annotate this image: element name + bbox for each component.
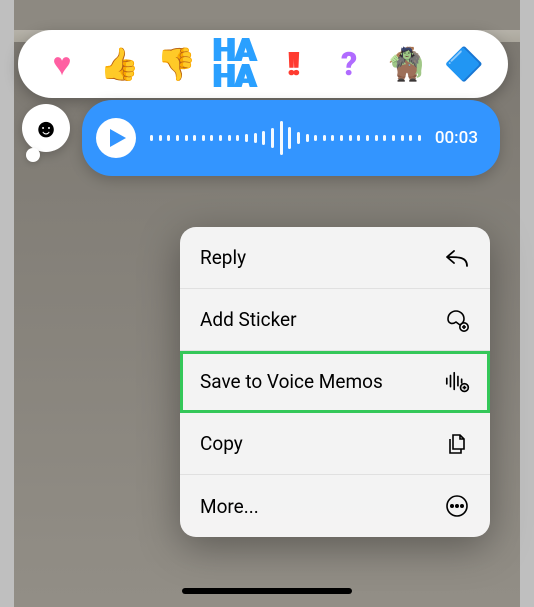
audio-message-bubble[interactable]: 00:03 [82,100,500,176]
menu-item-more[interactable]: More... [180,475,490,537]
waveform-tick [418,135,421,141]
menu-item-label: Copy [200,432,243,455]
reaction-custom-sticker[interactable]: 🧌 [385,42,429,86]
background-edge-left [0,0,14,607]
waveform-tick [210,135,213,141]
waveform-tick [245,134,248,142]
menu-item-label: Save to Voice Memos [200,370,383,393]
home-indicator[interactable] [182,588,352,594]
context-menu: Reply Add Sticker Save to Voice Memos [180,227,490,537]
waveform-tick [167,135,170,141]
waveform-tick [185,135,188,141]
waveform-tick [280,121,283,155]
emoji-picker-button[interactable]: ☻ [22,104,70,152]
menu-item-copy[interactable]: Copy [180,413,490,475]
waveform-tick [228,135,231,141]
menu-item-save-voice-memos[interactable]: Save to Voice Memos [180,351,490,413]
waveform-tick [236,135,239,141]
menu-item-label: Add Sticker [200,308,297,331]
background-band-bottom [14,0,520,30]
background-edge-right [520,0,534,607]
waveform-tick [349,135,352,141]
reaction-thumbs-down[interactable]: 👎 [155,42,199,86]
waveform-tick [159,135,162,141]
audio-waveform[interactable] [150,118,421,158]
menu-item-reply[interactable]: Reply [180,227,490,289]
smiley-icon: ☻ [32,113,59,144]
reaction-overflow[interactable]: 🔷 [442,42,486,86]
reply-icon [444,245,470,271]
waveform-tick [254,133,257,143]
copy-icon [444,431,470,457]
menu-item-label: Reply [200,246,246,269]
reaction-question[interactable]: ? [327,42,371,86]
voice-memo-plus-icon [444,369,470,395]
waveform-tick [193,135,196,141]
sticker-plus-icon [444,307,470,333]
waveform-tick [375,135,378,141]
waveform-tick [150,135,153,141]
more-icon [444,493,470,519]
reaction-exclaim[interactable]: !! [270,42,314,86]
waveform-tick [297,132,300,144]
waveform-tick [383,135,386,141]
waveform-tick [401,135,404,141]
waveform-tick [202,135,205,141]
waveform-tick [409,135,412,141]
waveform-tick [392,135,395,141]
waveform-tick [306,134,309,142]
waveform-tick [314,135,317,141]
waveform-tick [340,135,343,141]
audio-duration: 00:03 [435,128,478,148]
waveform-tick [176,135,179,141]
reaction-haha[interactable]: HAHA [212,42,256,86]
play-button[interactable] [96,118,136,158]
menu-item-label: More... [200,495,259,518]
menu-item-add-sticker[interactable]: Add Sticker [180,289,490,351]
waveform-tick [366,135,369,141]
waveform-tick [288,127,291,149]
waveform-tick [357,135,360,141]
reaction-heart[interactable]: ♥ [40,42,84,86]
play-icon [109,128,127,148]
waveform-tick [262,131,265,145]
waveform-tick [331,135,334,141]
reaction-thumbs-up[interactable]: 👍 [97,42,141,86]
tapback-bar: ♥ 👍 👎 HAHA !! ? 🧌 🔷 [18,30,508,98]
waveform-tick [219,135,222,141]
waveform-tick [323,135,326,141]
waveform-tick [271,128,274,148]
